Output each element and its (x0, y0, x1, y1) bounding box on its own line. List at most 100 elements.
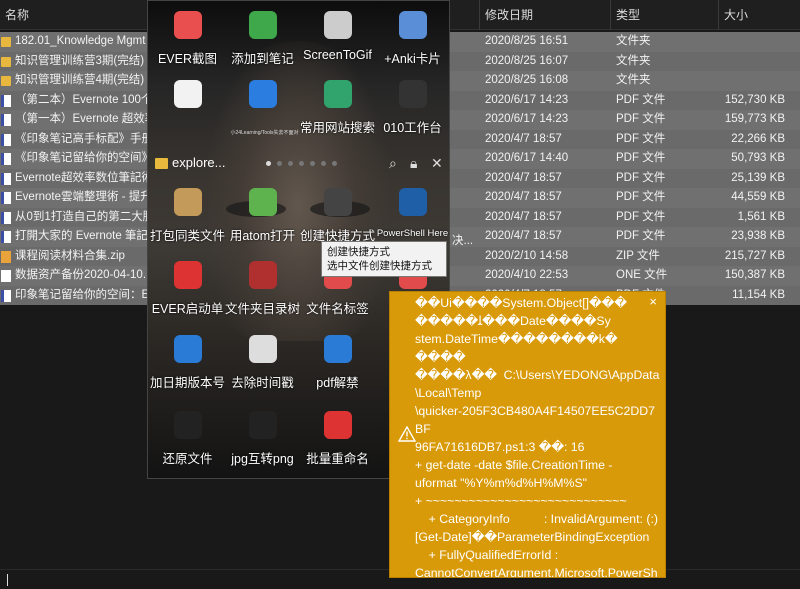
file-date: 2020/4/7 18:57 (485, 171, 562, 184)
action-screentogif[interactable]: ScreenToGif (300, 1, 375, 77)
onenote-icon (1, 270, 11, 282)
pdf-icon (1, 231, 11, 243)
error-message: ��Ui����System.Object[]��� �����ﻠ���Date… (415, 296, 660, 578)
calendar-remove-icon (249, 335, 277, 363)
pdf-icon (1, 133, 11, 146)
file-type: 文件夹 (616, 54, 651, 67)
action-label: jpg互转png (231, 452, 294, 466)
file-type: ONE 文件 (616, 269, 668, 281)
action-label: 文件夹目录树 (225, 302, 300, 316)
file-type: ZIP 文件 (616, 249, 660, 262)
file-type: PDF 文件 (616, 191, 666, 203)
action-restore[interactable]: 还原文件 (150, 401, 225, 477)
file-name: 《印象笔记留给你的空间》 (15, 152, 150, 164)
desktop: 名称 修改日期 类型 大小 182.01_Knowledge Mgmt 2020… (0, 0, 800, 589)
file-name: 《印象笔记高手标配》手册 (15, 132, 150, 145)
action-calendar-remove[interactable]: 去除时间戳 (225, 325, 300, 401)
action-label: 常用网站搜索【自创】 (300, 121, 375, 135)
file-date: 2020/6/17 14:40 (485, 152, 569, 164)
action-label: +Anki卡片 (384, 52, 441, 66)
file-type: PDF 文件 (616, 132, 666, 145)
folder-icon (1, 56, 11, 67)
file-name: 182.01_Knowledge Mgmt (15, 35, 146, 47)
column-type[interactable]: 类型 (611, 0, 719, 30)
lock-icon[interactable]: 🔒︎ (410, 155, 417, 172)
file-date: 2020/4/7 18:57 (485, 230, 562, 242)
column-date[interactable]: 修改日期 (480, 0, 611, 30)
tree-icon (249, 261, 277, 289)
tooltip-title: 创建快捷方式 (327, 246, 390, 258)
pdf-icon (1, 153, 11, 165)
tools-icon[interactable]: ✕ (431, 155, 443, 172)
zip-icon (174, 188, 202, 216)
file-size: 159,773 KB (724, 113, 785, 125)
error-notification: × ��Ui����System.Object[]��� �����ﻠ���Da… (389, 291, 666, 578)
folder-icon (1, 37, 11, 47)
lightning-icon (249, 80, 277, 108)
action-sublabel: 小24Learning/Tools失去不面对 (230, 130, 299, 136)
action-tree[interactable]: 文件夹目录树 (225, 251, 300, 327)
folder-icon (1, 76, 11, 86)
file-type: PDF 文件 (616, 113, 666, 125)
tooltip-description: 选中文件创建快捷方式 (327, 260, 432, 272)
action-label: 还原文件 (162, 452, 213, 466)
powershell-icon (399, 188, 427, 216)
file-date: 2020/2/10 14:58 (485, 249, 569, 262)
partial-row-text: 决... (452, 235, 474, 247)
action-zip[interactable]: 打包同类文件 (150, 178, 225, 254)
file-date: 2020/6/17 14:23 (485, 93, 569, 106)
file-date: 2020/8/25 16:51 (485, 35, 569, 47)
action-evernote[interactable]: 添加到笔记 (225, 1, 300, 77)
file-name: （第一本）Evernote 超效率 (15, 113, 150, 125)
file-size: 11,154 KB (732, 288, 785, 301)
evernote-icon (249, 11, 277, 39)
action-image-convert[interactable]: jpg互转png (225, 401, 300, 477)
action-search[interactable]: 常用网站搜索【自创】 (300, 70, 375, 146)
action-photos[interactable]: EVER截图 (150, 1, 225, 77)
file-type: 文件夹 (616, 35, 651, 47)
file-name: （第二本）Evernote 100个 (15, 93, 150, 106)
action-calendar-check[interactable]: 加日期版本号 (150, 325, 225, 401)
action-atom[interactable]: 用atom打开 (225, 178, 300, 254)
action-check[interactable] (150, 70, 225, 146)
image-convert-icon (249, 411, 277, 439)
file-size: 22,266 KB (731, 132, 785, 145)
rocket-icon (174, 261, 202, 289)
anki-icon (399, 11, 427, 39)
action-label: 添加到笔记 (231, 52, 294, 66)
restore-icon (174, 411, 202, 439)
warning-icon (398, 426, 416, 442)
pdf-icon (1, 114, 11, 126)
atom-icon (249, 188, 277, 216)
folder-icon (155, 158, 168, 169)
file-date: 2020/4/7 18:57 (485, 210, 562, 223)
file-size: 50,793 KB (731, 152, 785, 164)
column-size[interactable]: 大小 (719, 0, 800, 30)
action-pdf-unlock[interactable]: pdf解禁 (300, 325, 375, 401)
check-icon (174, 80, 202, 108)
action-chart[interactable]: 010工作台 (375, 70, 449, 146)
action-anki[interactable]: +Anki卡片 (375, 1, 449, 77)
file-size: 25,139 KB (731, 171, 785, 184)
file-date: 2020/8/25 16:08 (485, 74, 569, 86)
action-label: 批量重命名 (306, 452, 369, 466)
action-label: EVER启动单 (151, 302, 224, 316)
action-label: EVER截图 (157, 52, 218, 66)
file-name: Evernote超效率数位筆記術 (15, 171, 150, 184)
file-date: 2020/8/25 16:07 (485, 54, 569, 67)
zip-icon (1, 250, 11, 263)
action-label: 打包同类文件 (150, 229, 225, 243)
file-size: 44,559 KB (731, 191, 785, 203)
file-size: 215,727 KB (724, 249, 785, 262)
context-bar: explore... ⌕ 🔒︎ ✕ (148, 148, 449, 178)
file-type: 文件夹 (616, 74, 651, 86)
pdf-icon (1, 211, 11, 224)
action-rocket[interactable]: EVER启动单 (150, 251, 225, 327)
action-label: ScreenToGif (303, 48, 372, 62)
search-icon[interactable]: ⌕ (389, 155, 397, 172)
file-type: PDF 文件 (616, 152, 666, 164)
pdf-icon (1, 94, 11, 107)
action-batch-rename[interactable]: 批量重命名 (300, 401, 375, 477)
batch-rename-icon (324, 411, 352, 439)
action-label: 010工作台 (383, 121, 442, 135)
